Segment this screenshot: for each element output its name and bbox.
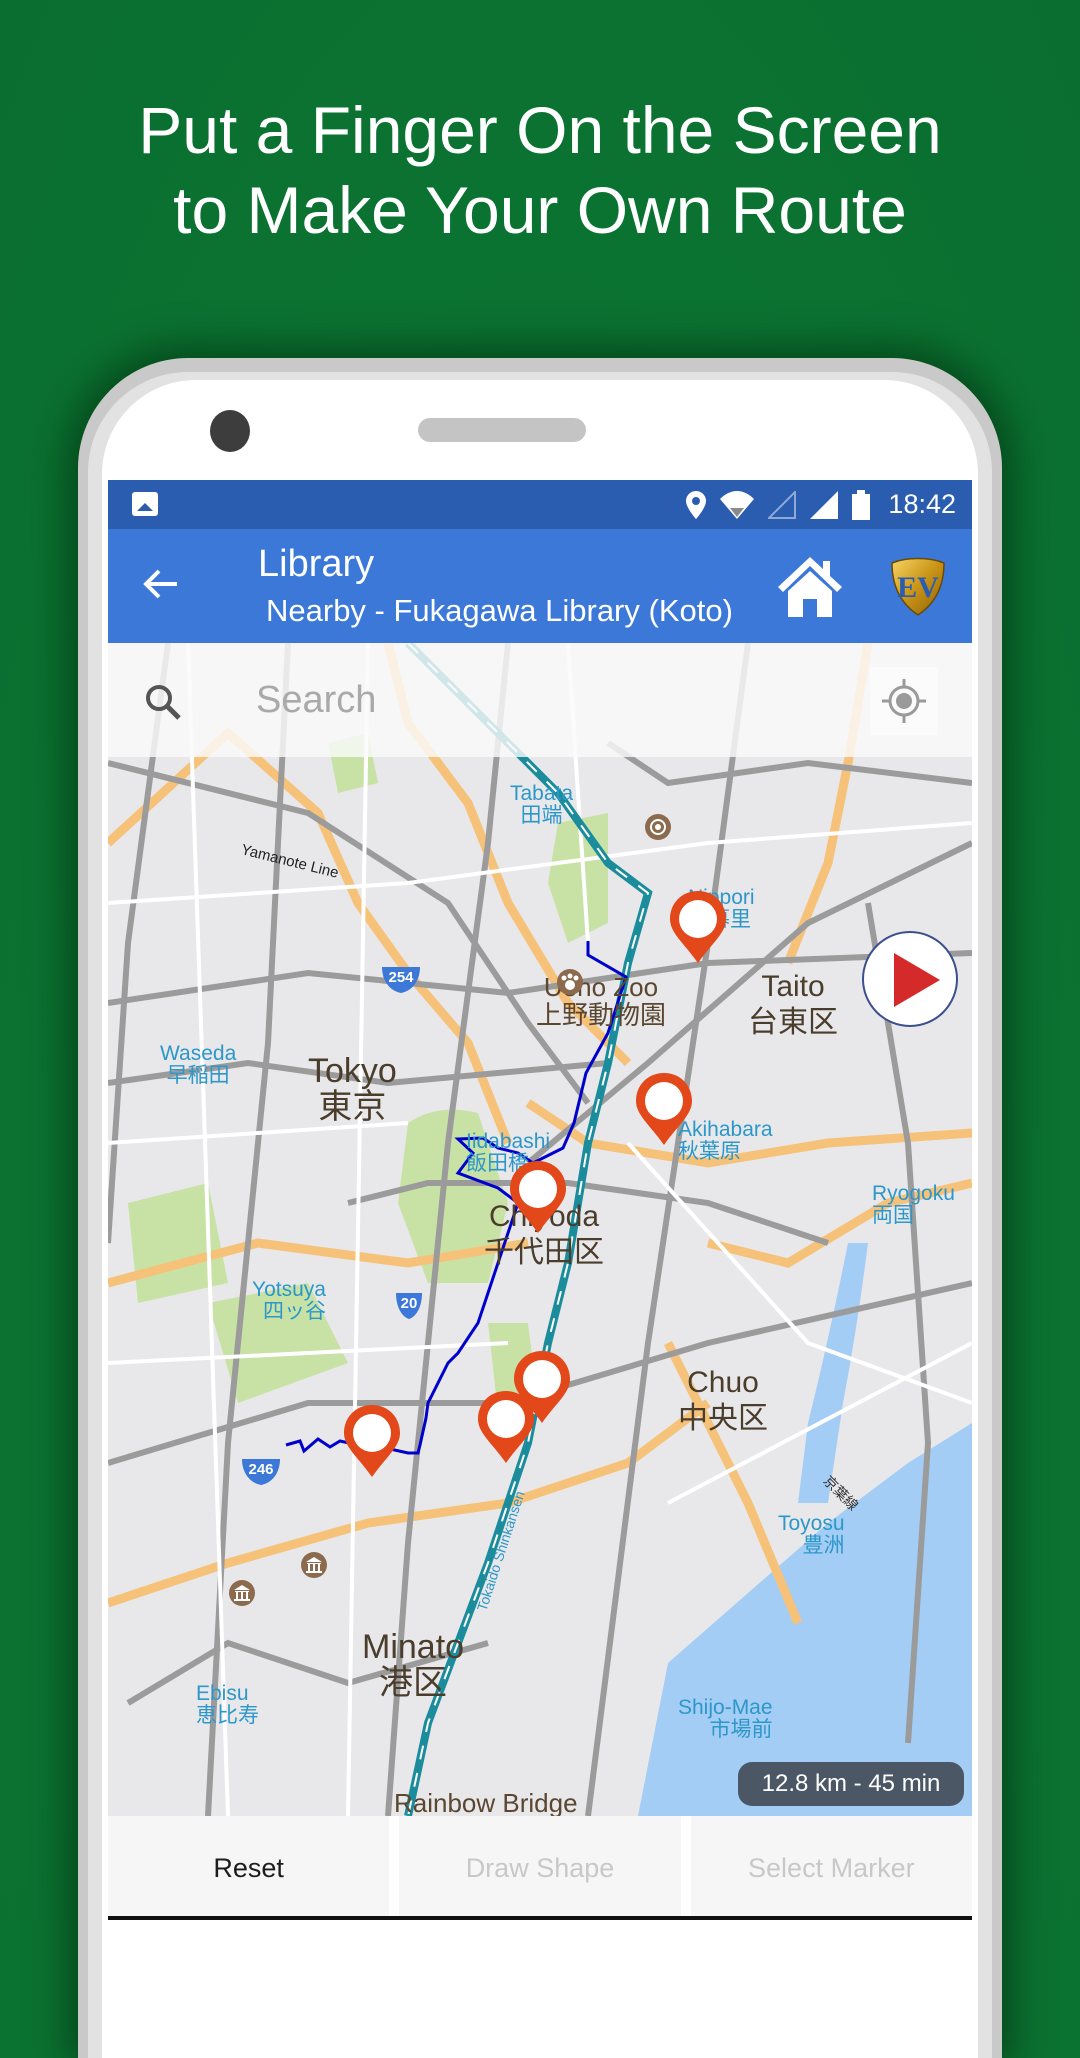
- ueno-park: [548, 813, 608, 943]
- draw-shape-button[interactable]: Draw Shape: [399, 1816, 681, 1920]
- wifi-icon: [720, 490, 755, 519]
- app-bar: Library Nearby - Fukagawa Library (Koto)…: [108, 529, 972, 643]
- label-ryogoku: Ryogoku 両国: [872, 1182, 955, 1227]
- shinjuku-park: [128, 1183, 228, 1303]
- earpiece-speaker: [418, 418, 586, 442]
- signal-empty-icon: [768, 490, 797, 519]
- route-marker[interactable]: [476, 1389, 536, 1465]
- museum-poi-icon: [229, 1580, 255, 1606]
- zoo-paw-icon: [557, 969, 583, 995]
- label-toyosu: Toyosu 豊洲: [778, 1512, 845, 1557]
- label-tokyo: Tokyo 東京: [308, 1052, 397, 1126]
- play-route-button[interactable]: [862, 931, 958, 1027]
- promo-headline: Put a Finger On the Screen to Make Your …: [0, 90, 1080, 250]
- home-icon: [778, 557, 842, 617]
- bottom-toolbar: Reset Draw Shape Select Marker: [108, 1816, 972, 1920]
- map-view[interactable]: 254 20 246 Tokyo東京 Chiyoda千代田区 Taito台東区 …: [108, 643, 972, 1816]
- logo-text: EV: [897, 571, 939, 604]
- arrow-left-icon: [143, 569, 177, 599]
- home-button[interactable]: [776, 555, 844, 619]
- image-icon: [132, 492, 158, 516]
- route-marker[interactable]: [508, 1159, 568, 1235]
- search-bar: [108, 643, 972, 757]
- search-input[interactable]: [254, 671, 818, 729]
- phone-screen: 18:42 Library Nearby - Fukagawa Library …: [108, 480, 972, 1920]
- label-chuo: Chuo 中央区: [678, 1366, 768, 1435]
- status-bar: 18:42: [108, 480, 972, 529]
- app-subtitle: Nearby - Fukagawa Library (Koto): [266, 593, 733, 628]
- label-tabata: Tabata 田端: [510, 782, 574, 827]
- svg-text:254: 254: [388, 969, 414, 986]
- route-marker[interactable]: [634, 1071, 694, 1147]
- route-246-shield: 246: [242, 1459, 280, 1485]
- signal-full-icon: [810, 490, 839, 519]
- svg-text:20: 20: [401, 1295, 418, 1312]
- crosshair-icon: [882, 679, 926, 723]
- route-summary: 12.8 km - 45 min: [738, 1762, 964, 1806]
- sumida-river: [798, 1243, 868, 1503]
- front-camera: [210, 410, 250, 452]
- app-logo[interactable]: EV: [888, 555, 948, 617]
- headline-line-2: to Make Your Own Route: [173, 173, 907, 247]
- label-yotsuya: Yotsuya 四ッ谷: [252, 1278, 326, 1323]
- back-button[interactable]: [136, 559, 186, 609]
- location-pin-icon: [686, 490, 707, 519]
- battery-icon: [852, 489, 871, 520]
- status-time: 18:42: [888, 489, 956, 519]
- label-ebisu: Ebisu 恵比寿: [196, 1682, 259, 1727]
- temple-poi-icon: [645, 814, 671, 840]
- route-20-shield: 20: [396, 1293, 422, 1319]
- bottom-divider: [108, 1916, 972, 1920]
- svg-text:246: 246: [248, 1461, 273, 1478]
- label-waseda: Waseda 早稲田: [160, 1042, 237, 1087]
- app-title: Library: [258, 543, 375, 585]
- headline-line-1: Put a Finger On the Screen: [138, 93, 942, 167]
- ev-shield-logo-icon: EV: [891, 557, 945, 616]
- label-rainbow-bridge: Rainbow Bridge: [394, 1788, 578, 1816]
- label-minato: Minato 港区: [362, 1628, 465, 1702]
- route-254-shield: 254: [382, 967, 420, 993]
- search-icon: [146, 685, 181, 720]
- select-marker-button[interactable]: Select Marker: [690, 1816, 972, 1920]
- reset-button[interactable]: Reset: [108, 1816, 390, 1920]
- route-marker[interactable]: [668, 889, 728, 965]
- museum-poi-icon: [301, 1552, 327, 1578]
- route-marker[interactable]: [342, 1403, 402, 1479]
- my-location-button[interactable]: [870, 667, 938, 735]
- label-shijo-mae: Shijo-Mae 市場前: [678, 1696, 773, 1741]
- label-taito: Taito 台東区: [748, 970, 838, 1039]
- status-icons: 18:42: [686, 480, 956, 529]
